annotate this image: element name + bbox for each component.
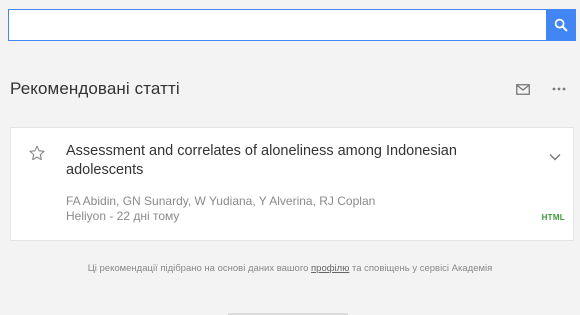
article-source: Heliyon - 22 дні тому [66, 209, 180, 223]
email-alert-button[interactable] [516, 83, 530, 95]
search-icon [554, 18, 568, 32]
star-outline-icon [29, 145, 45, 161]
article-authors: FA Abidin, GN Sunardy, W Yudiana, Y Alve… [66, 194, 376, 208]
expand-article-button[interactable] [549, 148, 561, 166]
envelope-icon [516, 83, 530, 95]
section-header: Рекомендовані статті [10, 78, 570, 100]
more-horizontal-icon [552, 87, 566, 91]
html-format-link[interactable]: HTML [542, 213, 565, 222]
recommended-articles-page: Рекомендовані статті Assessment and corr… [0, 0, 580, 315]
header-actions [516, 83, 566, 95]
save-article-button[interactable] [29, 145, 45, 166]
search-button[interactable] [546, 9, 576, 41]
note-text-before: Ці рекомендації підібрано на основі дани… [87, 263, 312, 274]
profile-link[interactable]: профілю [311, 263, 349, 274]
more-options-button[interactable] [552, 87, 566, 91]
chevron-down-icon [549, 154, 561, 161]
search-input[interactable] [8, 9, 546, 41]
search-bar [8, 9, 576, 41]
recommendation-note: Ці рекомендації підібрано на основі дани… [0, 263, 580, 274]
section-title: Рекомендовані статті [10, 79, 180, 98]
article-title-link[interactable]: Assessment and correlates of aloneliness… [66, 142, 536, 180]
article-card: Assessment and correlates of aloneliness… [10, 127, 574, 241]
note-text-after: та сповіщень у сервісі Академія [349, 263, 493, 274]
